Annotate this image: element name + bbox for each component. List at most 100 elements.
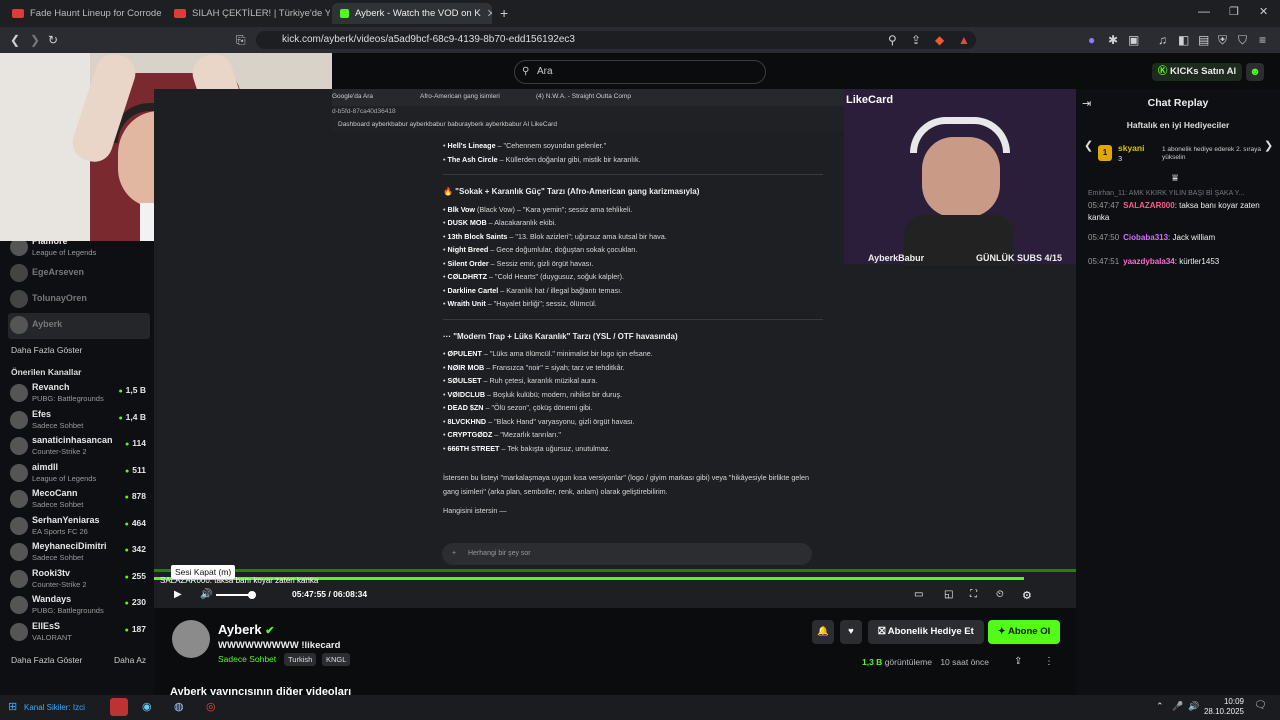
play-icon[interactable]: ▶ — [174, 589, 182, 600]
minimize-icon[interactable]: — — [1198, 4, 1210, 18]
theater-mode-icon[interactable]: ▭ — [914, 589, 923, 600]
video-player[interactable]: Google'da Ara Afro-American gang isimler… — [154, 89, 1076, 608]
mic-icon[interactable]: 🎤 — [1172, 701, 1183, 712]
buy-kicks-button[interactable]: Ⓚ KICKs Satın Al — [1152, 63, 1242, 81]
brave-shield-icon[interactable]: ◆ — [935, 33, 944, 47]
gang-name: Wraith Unit — [447, 299, 486, 308]
search-input[interactable]: ⚲ Ara — [514, 60, 766, 84]
share-icon[interactable]: ⇪ — [1014, 656, 1022, 667]
message-user[interactable]: yaazdybala34 — [1123, 257, 1175, 266]
sidebar-channel[interactable]: TolunayOren — [8, 287, 150, 313]
recommended-channel[interactable]: EfesSadece Sohbet 1,4 B — [8, 408, 150, 434]
tag[interactable]: KNGL — [322, 653, 351, 666]
channel-name: EgeArseven — [32, 267, 85, 277]
recommended-channel[interactable]: ElIEsSVALORANT 187 — [8, 620, 150, 646]
recommended-channel[interactable]: Revanch PUBG: Battlegrounds 1,5 B — [8, 381, 150, 407]
vpn-icon[interactable]: ⛨ — [1218, 33, 1227, 48]
app-icon[interactable] — [110, 698, 128, 716]
tab-2[interactable]: SILAH ÇEKTİLER! | Türkiye'de Yaşanan — [166, 3, 330, 24]
chat-title: Chat Replay — [1147, 97, 1209, 109]
reload-icon[interactable]: ↻ — [48, 33, 58, 47]
steam-icon[interactable]: ◍ — [174, 700, 184, 713]
tag[interactable]: Turkish — [284, 653, 317, 666]
volume-handle[interactable] — [248, 591, 256, 599]
recommended-channel[interactable]: Wandays PUBG: Battlegrounds 230 — [8, 593, 150, 619]
settings-icon[interactable]: ⚙ — [1022, 589, 1032, 602]
subscribe-button[interactable]: ✦ Abone Ol — [988, 620, 1060, 644]
prev-icon[interactable]: ❮ — [1084, 139, 1093, 152]
avatar[interactable] — [172, 620, 210, 658]
close-window-icon[interactable]: ✕ — [1259, 5, 1268, 18]
extensions-icon[interactable]: ✱ — [1108, 33, 1118, 47]
category-link[interactable]: Sadece Sohbet — [218, 654, 276, 664]
message-text: Jack william — [1172, 233, 1216, 242]
channel-name: SerhanYeniaras — [32, 514, 100, 525]
recommended-channel[interactable]: Rooki3tvCounter-Strike 2 255 — [8, 567, 150, 593]
picture-in-picture-icon[interactable]: ◱ — [944, 589, 953, 600]
recommended-channel[interactable]: MeyhaneciDimitri Sadece Sohbet 342 — [8, 540, 150, 566]
tray-arrow-icon[interactable]: ⌃ — [1156, 701, 1164, 712]
filter-icon[interactable]: ⩸ — [1172, 173, 1178, 184]
menu-icon[interactable]: ≡ — [1259, 33, 1266, 47]
close-tab-icon[interactable]: ✕ — [487, 7, 492, 20]
gang-name: Night Breed — [447, 245, 489, 254]
bookmark-icon[interactable]: ⎘ — [236, 33, 246, 48]
sidebar-icon[interactable]: ▣ — [1128, 33, 1139, 47]
channel-name: ElIEsS — [32, 620, 61, 631]
new-tab-icon[interactable]: + — [500, 5, 508, 21]
gift-subscription-button[interactable]: ⛝ Abonelik Hediye Et — [868, 620, 984, 644]
bookmarks-text: Dashboard ayberkbabur ayberkbabur babura… — [338, 121, 557, 128]
show-more-link[interactable]: Daha Fazla Göster — [11, 345, 82, 355]
avatar — [10, 384, 28, 402]
follow-heart-icon[interactable]: ♥ — [840, 620, 862, 644]
url-field[interactable]: kick.com/ayberk/videos/a5ad9bcf-68c9-413… — [256, 31, 976, 49]
channel-name: Wandays — [32, 594, 72, 604]
user-avatar[interactable]: ☻ — [1246, 63, 1264, 81]
message-user[interactable]: SALAZAR000 — [1123, 201, 1175, 210]
recommended-channel[interactable]: SerhanYeniarasEA Sports FC 26 464 — [8, 514, 150, 540]
start-icon[interactable]: ⊞ — [8, 700, 17, 713]
volume-slider[interactable] — [216, 594, 252, 596]
seek-bar-track[interactable] — [154, 569, 1076, 572]
notifications-icon[interactable]: 🗨 — [1254, 700, 1267, 711]
list-item: • 13th Block Saints – "13. Blok azizleri… — [443, 231, 667, 241]
speaker-icon[interactable]: 🔊 — [1188, 701, 1199, 712]
recommended-channel[interactable]: aimdllLeague of Legends 511 — [8, 461, 150, 487]
viewer-count: 114 — [125, 438, 146, 448]
message-user[interactable]: Ciobaba313 — [1123, 233, 1168, 242]
tab-2-label: SILAH ÇEKTİLER! | Türkiye'de Yaşanan — [192, 8, 330, 19]
gang-name: NØIR MOB — [447, 362, 485, 372]
recommended-channel[interactable]: MecoCann Sadece Sohbet 878 — [8, 487, 150, 513]
verified-icon: ✔ — [265, 625, 275, 637]
share-icon[interactable]: ⇪ — [911, 33, 921, 47]
tab-3-active[interactable]: Ayberk - Watch the VOD on K ✕ — [332, 3, 492, 24]
volume-icon[interactable]: 🔊 — [200, 589, 212, 600]
notification-bell-icon[interactable]: 🔔 — [812, 620, 834, 644]
obs-icon[interactable]: ◎ — [206, 700, 216, 713]
sidebar-channel-selected[interactable]: Ayberk — [8, 313, 150, 339]
more-options-icon[interactable]: ⋮ — [1044, 656, 1054, 667]
fullscreen-icon[interactable]: ⛶ — [970, 589, 977, 600]
panel-icon[interactable]: ◧ — [1178, 33, 1189, 47]
leo-icon[interactable]: ● — [1088, 33, 1095, 47]
zoom-icon[interactable]: ⚲ — [888, 33, 897, 47]
streamer-name[interactable]: Ayberk ✔ — [218, 622, 274, 637]
gang-desc: – Sessiz emir, gizli örgüt havası. — [488, 258, 594, 268]
time-ago: 10 saat önce — [940, 657, 990, 667]
back-icon[interactable]: ❮ — [10, 33, 20, 47]
system-clock[interactable]: 10:09 28.10.2025 — [1204, 697, 1244, 717]
rewards-icon[interactable]: ▲ — [958, 33, 970, 47]
speed-icon[interactable]: ⏲ — [996, 589, 1004, 600]
tab-1[interactable]: Fade Haunt Lineup for Corrode A Site — [4, 3, 162, 24]
sidebar-channel[interactable]: EgeArseven — [8, 261, 150, 287]
show-less-link[interactable]: Daha Az — [114, 655, 146, 665]
recommended-channel[interactable]: sanaticinhasancan Counter-Strike 2 114 — [8, 434, 150, 460]
browser-icon[interactable]: ◉ — [142, 700, 152, 713]
wallet-icon[interactable]: ▤ — [1198, 33, 1209, 47]
shield-icon[interactable]: ⛉ — [1238, 33, 1247, 48]
show-more-link[interactable]: Daha Fazla Göster — [11, 655, 82, 665]
viewer-count: 230 — [125, 597, 146, 607]
forward-icon[interactable]: ❯ — [30, 33, 40, 47]
maximize-icon[interactable]: ❐ — [1229, 5, 1239, 18]
music-icon[interactable]: ♫ — [1158, 33, 1167, 47]
